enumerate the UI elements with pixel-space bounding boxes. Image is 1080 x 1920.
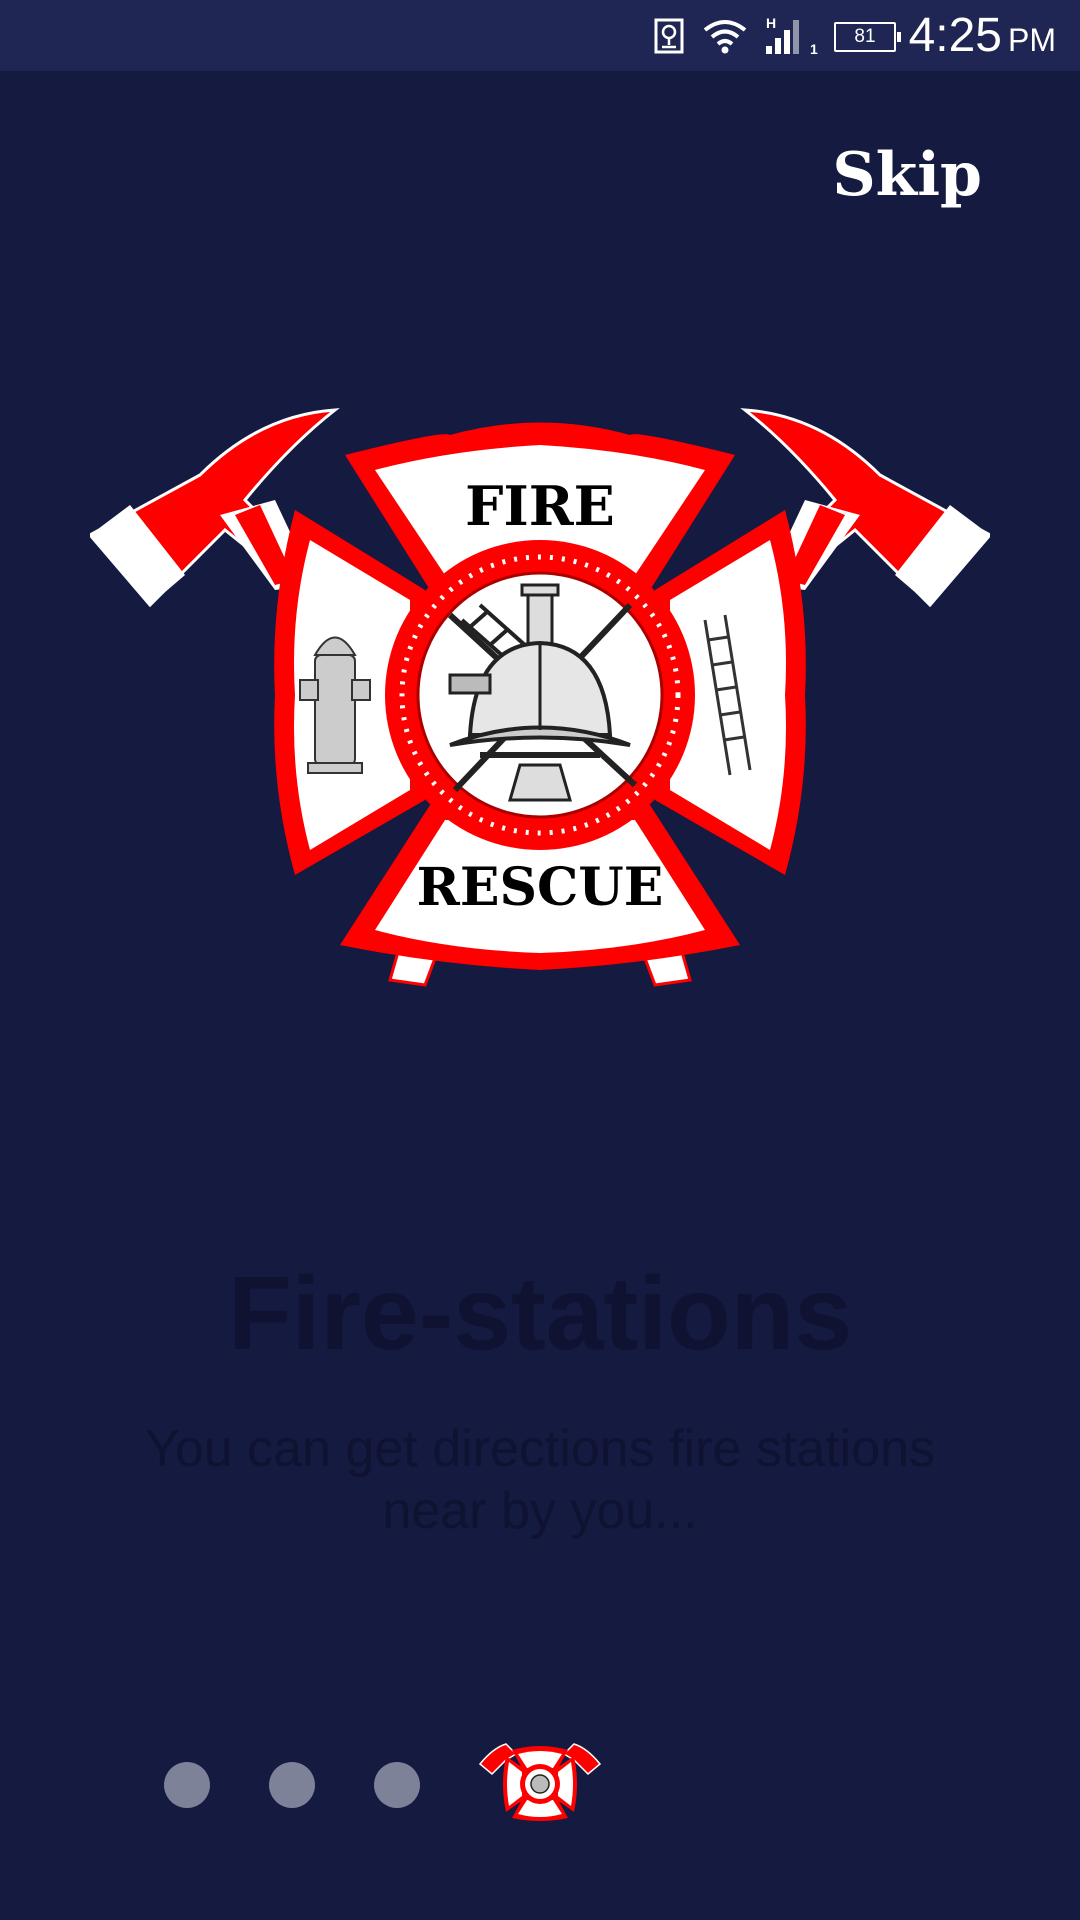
page-title: Fire-stations	[227, 1256, 853, 1372]
page-dot-2[interactable]	[269, 1762, 315, 1808]
location-card-icon	[654, 18, 684, 59]
status-clock: 4:25 PM	[909, 8, 1056, 63]
fire-rescue-emblem: FIRE RESCUE	[87, 405, 993, 990]
status-bar: H 1 81 4:25 PM	[0, 0, 1080, 71]
page-dot-1[interactable]	[164, 1762, 210, 1808]
battery-level: 81	[854, 26, 876, 47]
emblem-rescue-text: RESCUE	[417, 857, 664, 918]
battery-icon: 81	[834, 22, 901, 52]
wifi-icon	[702, 18, 748, 59]
sim-slot-label: 1	[810, 41, 818, 56]
emblem-medallion	[385, 540, 695, 850]
emblem-fire-text: FIRE	[465, 474, 615, 538]
fire-rescue-emblem-icon[interactable]	[478, 1742, 602, 1824]
onboarding-screen: H 1 81 4:25 PM Skip FIRE RESCUE Fire-sta…	[0, 0, 1080, 1920]
skip-button[interactable]: Skip	[832, 140, 982, 210]
network-type-label: H	[766, 15, 776, 31]
signal-icon: H 1	[764, 14, 822, 61]
page-description: You can get directions fire stations nea…	[144, 1420, 936, 1540]
clock-ampm: PM	[1008, 22, 1056, 58]
page-dot-3[interactable]	[374, 1762, 420, 1808]
clock-time: 4:25	[908, 9, 1002, 62]
